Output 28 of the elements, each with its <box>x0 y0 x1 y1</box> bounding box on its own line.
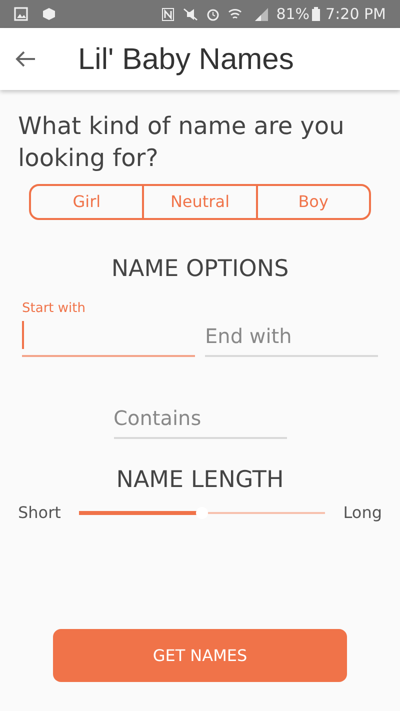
gender-tab[interactable]: Boy <box>256 186 369 218</box>
mute-icon <box>182 8 198 20</box>
length-slider[interactable] <box>78 506 326 520</box>
get-names-button[interactable]: GET NAMES <box>53 629 347 682</box>
text-cursor <box>22 320 24 348</box>
box-icon <box>42 7 56 21</box>
text-field[interactable]: Contains <box>114 380 286 438</box>
input-field[interactable]: End with <box>205 316 378 354</box>
app-title: Lil' Baby Names <box>78 42 294 78</box>
clock: 7:20 PM <box>326 4 386 25</box>
nfc-icon <box>162 8 174 20</box>
gender-tab[interactable]: Girl <box>31 186 142 218</box>
battery-icon <box>312 7 320 21</box>
slider-thumb[interactable] <box>196 507 208 519</box>
signal-icon <box>228 7 268 21</box>
gender-tab[interactable]: Neutral <box>142 186 256 218</box>
slider-max-label: Long <box>343 502 382 524</box>
section-heading: NAME LENGTH <box>115 466 285 494</box>
image-icon <box>14 7 28 21</box>
slider-min-label: Short <box>18 502 61 524</box>
alarm-icon <box>206 7 220 21</box>
input-field[interactable]: Contains <box>114 398 286 436</box>
text-field[interactable]: Start with <box>22 298 195 356</box>
section-heading: NAME OPTIONS <box>110 255 290 284</box>
question-text: What kind of name are you looking for? <box>18 111 346 174</box>
battery-percent: 81% <box>276 4 310 25</box>
text-field[interactable]: End with <box>205 298 378 356</box>
field-label: Start with <box>22 300 86 316</box>
